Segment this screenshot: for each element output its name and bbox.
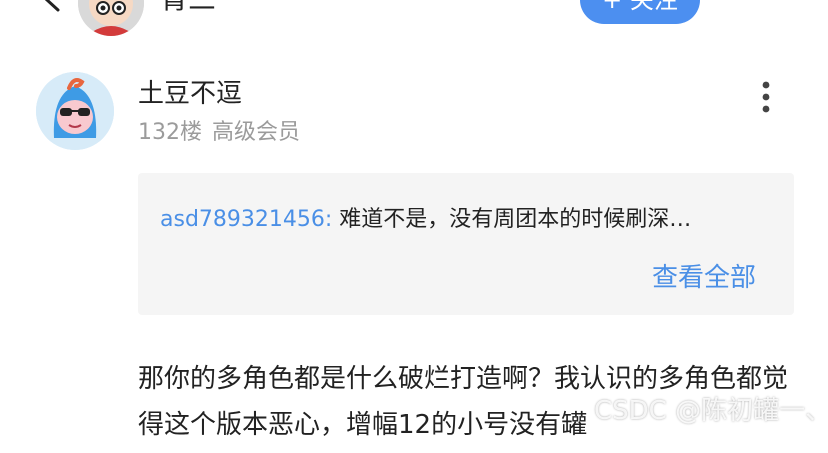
- post-meta: 132楼 高级会员: [138, 118, 300, 148]
- member-level: 高级会员: [212, 120, 301, 145]
- watermark: CSDC @陈初罐一、: [594, 396, 828, 426]
- post-detail-page: 青三 + 关注 土豆不逗 132楼高级会员: [0, 0, 828, 453]
- more-horizontal-icon[interactable]: [744, 0, 780, 6]
- follow-button[interactable]: + 关注: [580, 0, 700, 24]
- floor-number: 132楼: [138, 120, 202, 145]
- top-username[interactable]: 青三: [160, 0, 216, 14]
- avatar[interactable]: [36, 72, 114, 150]
- quote-text: 难道不是，没有周团本的时候刷深…: [332, 207, 692, 232]
- back-icon[interactable]: [40, 0, 66, 12]
- quote-line: asd789321456: 难道不是，没有周团本的时候刷深…: [160, 203, 772, 237]
- quoted-reply[interactable]: asd789321456: 难道不是，没有周团本的时候刷深… 查看全部: [138, 173, 794, 315]
- view-all-link[interactable]: 查看全部: [652, 261, 756, 295]
- more-vertical-icon[interactable]: [752, 80, 780, 114]
- username[interactable]: 土豆不逗: [138, 78, 242, 110]
- quote-username[interactable]: asd789321456:: [160, 207, 332, 232]
- top-avatar[interactable]: [78, 0, 144, 36]
